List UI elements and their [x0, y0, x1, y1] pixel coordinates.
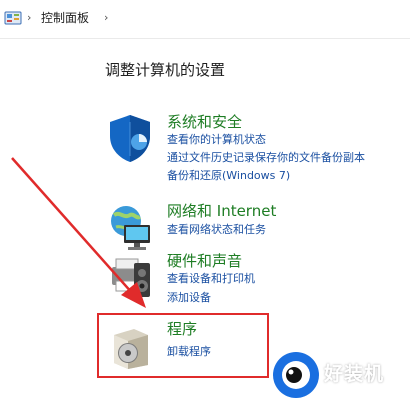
highlight-box [97, 313, 269, 378]
link-devices-printers[interactable]: 查看设备和打印机 [167, 271, 255, 287]
chevron-right-icon[interactable]: › [104, 11, 108, 25]
shield-icon [110, 115, 150, 162]
page-title: 调整计算机的设置 [105, 61, 226, 79]
breadcrumb-control-panel[interactable]: 控制面板 [41, 10, 89, 26]
network-globe-icon [111, 206, 150, 250]
link-file-history-backup[interactable]: 通过文件历史记录保存你的文件备份副本 [167, 150, 365, 166]
link-view-computer-status[interactable]: 查看你的计算机状态 [167, 132, 266, 148]
link-backup-restore[interactable]: 备份和还原(Windows 7) [167, 168, 290, 184]
control-panel-icon [4, 11, 22, 25]
address-bar[interactable]: › 控制面板 › [0, 0, 410, 39]
control-panel-window: › 控制面板 › 调整计算机的设置 系统和安全 查看你的计算机状态 通过文件历史… [0, 0, 410, 402]
eye-logo-icon [273, 352, 319, 398]
watermark: 好装机 [270, 348, 410, 402]
printer-speaker-icon [112, 258, 150, 297]
category-title-network-internet[interactable]: 网络和 Internet [167, 201, 276, 221]
category-title-hardware-sound[interactable]: 硬件和声音 [167, 251, 242, 271]
chevron-right-icon[interactable]: › [27, 11, 31, 25]
category-title-system-security[interactable]: 系统和安全 [167, 112, 242, 132]
link-add-device[interactable]: 添加设备 [167, 290, 211, 306]
link-network-status-tasks[interactable]: 查看网络状态和任务 [167, 222, 266, 238]
watermark-text: 好装机 [324, 363, 385, 385]
